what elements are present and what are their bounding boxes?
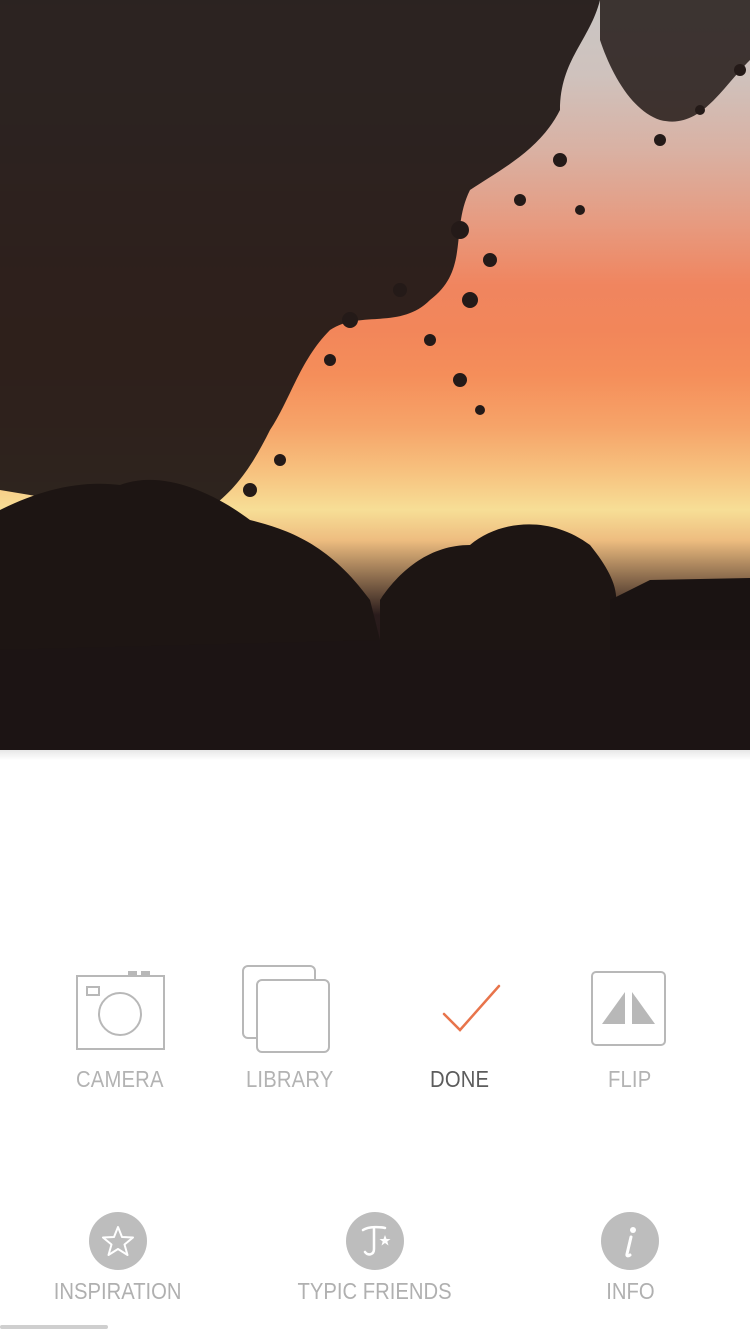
star-icon: [89, 1212, 147, 1270]
nav-inspiration[interactable]: INSPIRATION: [8, 1212, 228, 1322]
flip-icon: [580, 962, 680, 1062]
nav-label-typic-friends: TYPIC FRIENDS: [297, 1278, 453, 1304]
checkmark-icon: [410, 962, 510, 1062]
camera-button[interactable]: CAMERA: [40, 962, 200, 1102]
nav-label-inspiration: INSPIRATION: [54, 1278, 182, 1304]
info-icon: [601, 1212, 659, 1270]
tree-silhouette: [0, 0, 750, 750]
nav-typic-friends[interactable]: TYPIC FRIENDS: [265, 1212, 485, 1322]
library-button[interactable]: LIBRARY: [210, 962, 370, 1102]
camera-label: CAMERA: [76, 1066, 164, 1092]
done-button[interactable]: DONE: [380, 962, 540, 1102]
typic-logo-icon: [346, 1212, 404, 1270]
photo-divider: [0, 750, 750, 760]
flip-label: FLIP: [608, 1066, 652, 1092]
camera-icon: [70, 962, 170, 1062]
library-icon: [240, 962, 340, 1062]
photo-preview[interactable]: [0, 0, 750, 750]
nav-info[interactable]: INFO: [520, 1212, 740, 1322]
library-label: LIBRARY: [246, 1066, 334, 1092]
done-label: DONE: [430, 1066, 490, 1092]
nav-label-info: INFO: [605, 1278, 655, 1304]
home-indicator[interactable]: [0, 1325, 108, 1329]
flip-button[interactable]: FLIP: [550, 962, 710, 1102]
